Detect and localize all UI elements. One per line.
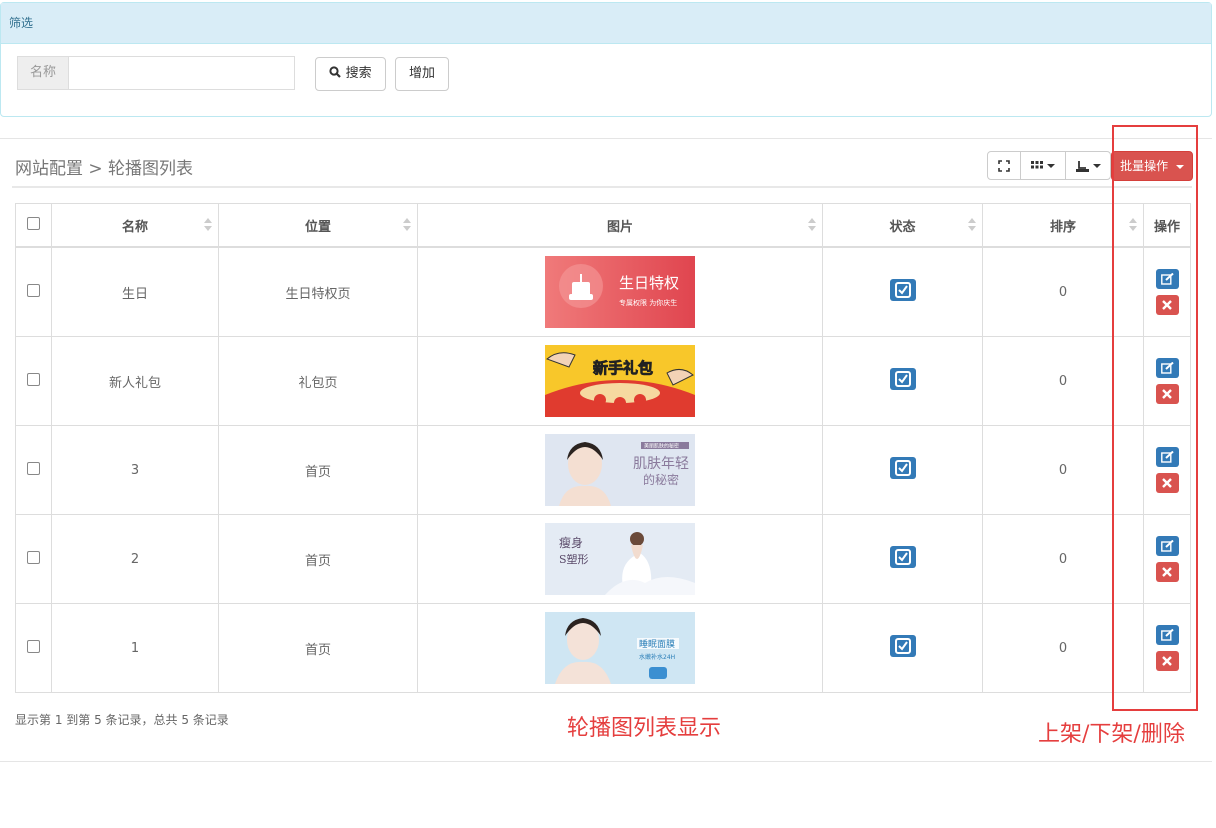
select-all-cell	[15, 203, 52, 248]
fullscreen-button[interactable]	[987, 151, 1021, 180]
banner-title: 瘦身	[559, 535, 583, 550]
filter-heading: 筛选	[1, 3, 1211, 44]
column-label: 排序	[1049, 219, 1076, 235]
cell-position: 首页	[218, 425, 418, 515]
cell-name: 2	[51, 514, 219, 604]
table-header-row: 名称 位置 图片 状态 排序 操作	[15, 203, 1191, 248]
column-label: 名称	[121, 219, 148, 235]
breadcrumb: 网站配置 > 轮播图列表	[15, 159, 194, 179]
name-filter-group: 名称	[17, 56, 295, 90]
check-square-icon	[894, 371, 911, 387]
sleep-mask-banner-image: 睡眠面膜 水嫩补水24H	[545, 612, 695, 684]
table-row: 1 首页 睡眠面膜 水嫩补水24H 0	[15, 603, 1191, 693]
banner-title: 新手礼包	[593, 359, 653, 377]
banner-title: 生日特权	[619, 274, 679, 292]
row-checkbox[interactable]	[27, 372, 40, 386]
cell-name: 1	[51, 603, 219, 693]
status-toggle-button[interactable]	[889, 368, 916, 390]
cell-position: 首页	[218, 514, 418, 604]
export-button[interactable]	[1065, 151, 1111, 180]
cell-name: 新人礼包	[51, 336, 219, 426]
search-icon	[329, 66, 342, 78]
banner-subtitle: 水嫩补水24H	[639, 653, 675, 661]
status-toggle-button[interactable]	[889, 457, 916, 479]
sort-icon	[968, 218, 976, 232]
name-input[interactable]	[68, 56, 295, 90]
status-toggle-button[interactable]	[889, 546, 916, 568]
annotation-operations: 上架/下架/删除	[1038, 722, 1185, 747]
pagination-summary: 显示第 1 到第 5 条记录，总共 5 条记录	[15, 713, 229, 727]
check-square-icon	[894, 282, 911, 298]
banner-subtitle: 专属权限 为你庆生	[619, 298, 677, 307]
row-checkbox[interactable]	[27, 461, 40, 475]
birthday-banner-image: 生日特权 专属权限 为你庆生	[545, 256, 695, 328]
select-all-checkbox[interactable]	[27, 216, 40, 230]
column-label: 状态	[889, 219, 916, 235]
column-header-position[interactable]: 位置	[218, 203, 418, 248]
add-button[interactable]: 增加	[395, 57, 449, 91]
grid-icon	[1031, 160, 1043, 168]
cell-position: 礼包页	[218, 336, 418, 426]
column-label: 图片	[606, 219, 633, 235]
search-button-label: 搜索	[345, 66, 372, 81]
table-row: 3 首页 美丽肌肤的秘密 肌肤年轻 的秘密 0	[15, 425, 1191, 515]
status-toggle-button[interactable]	[889, 279, 916, 301]
columns-toggle-button[interactable]	[1020, 151, 1066, 180]
chevron-down-icon	[1092, 163, 1101, 168]
row-checkbox[interactable]	[27, 283, 40, 297]
fullscreen-icon	[998, 159, 1010, 172]
banner-tag: 美丽肌肤的秘密	[644, 443, 679, 450]
newcomer-gift-banner-image: 新手礼包	[545, 345, 695, 417]
table-toolbar	[987, 151, 1111, 181]
cell-image: 睡眠面膜 水嫩补水24H	[417, 603, 823, 693]
column-header-status[interactable]: 状态	[822, 203, 983, 248]
banner-title: 睡眠面膜	[639, 638, 675, 650]
cell-image: 美丽肌肤的秘密 肌肤年轻 的秘密	[417, 425, 823, 515]
column-header-name[interactable]: 名称	[51, 203, 219, 248]
export-icon	[1075, 160, 1089, 172]
annotation-list-display: 轮播图列表显示	[567, 716, 722, 741]
cell-image: 瘦身 S塑形	[417, 514, 823, 604]
skin-youth-banner-image: 美丽肌肤的秘密 肌肤年轻 的秘密	[545, 434, 695, 506]
body-shaping-banner-image: 瘦身 S塑形	[545, 523, 695, 595]
banner-title: 肌肤年轻	[633, 456, 689, 472]
annotation-highlight-box	[1112, 125, 1198, 711]
carousel-table: 名称 位置 图片 状态 排序 操作 生日 生日特权页 生日特权 专属权限 为你庆…	[15, 203, 1191, 693]
cell-name: 3	[51, 425, 219, 515]
chevron-down-icon	[1047, 163, 1055, 168]
search-button[interactable]: 搜索	[315, 57, 386, 91]
table-row: 生日 生日特权页 生日特权 专属权限 为你庆生 0	[15, 246, 1191, 337]
table-row: 2 首页 瘦身 S塑形 0	[15, 514, 1191, 604]
cell-position: 生日特权页	[218, 246, 418, 337]
column-label: 位置	[304, 219, 331, 235]
column-header-image[interactable]: 图片	[417, 203, 823, 248]
name-label: 名称	[17, 56, 68, 90]
table-row: 新人礼包 礼包页 新手礼包 0	[15, 336, 1191, 426]
row-checkbox[interactable]	[27, 639, 40, 653]
row-checkbox[interactable]	[27, 550, 40, 564]
banner-subtitle: 的秘密	[643, 472, 679, 487]
cell-name: 生日	[51, 246, 219, 337]
cell-image: 新手礼包	[417, 336, 823, 426]
sort-icon	[808, 218, 816, 232]
cell-image: 生日特权 专属权限 为你庆生	[417, 246, 823, 337]
sort-icon	[204, 218, 212, 232]
status-toggle-button[interactable]	[889, 635, 916, 657]
title-divider	[12, 186, 1192, 188]
banner-subtitle: S塑形	[559, 552, 589, 566]
sort-icon	[403, 218, 411, 232]
cell-position: 首页	[218, 603, 418, 693]
check-square-icon	[894, 460, 911, 476]
check-square-icon	[894, 638, 911, 654]
check-square-icon	[894, 549, 911, 565]
